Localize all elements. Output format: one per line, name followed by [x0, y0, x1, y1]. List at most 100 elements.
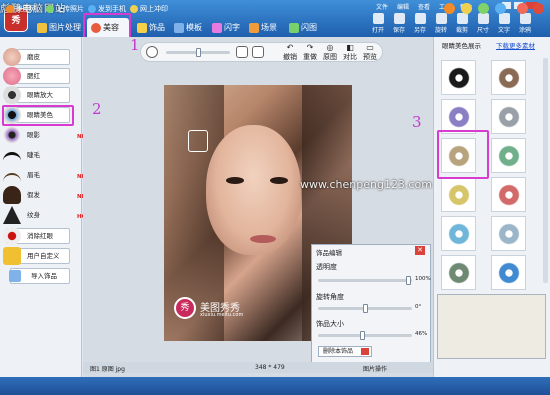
flash-icon — [289, 22, 299, 33]
lens-swatch-icon — [498, 184, 520, 206]
material-panel-title: 眼睛美色展示 — [442, 42, 481, 50]
size-slider[interactable] — [318, 331, 412, 340]
import-ornament-button[interactable]: 导入饰品 — [9, 268, 70, 284]
tab-scenes[interactable]: 场景 — [245, 18, 281, 37]
tab-flash-image[interactable]: 闪图 — [285, 18, 321, 37]
redo-button[interactable]: ↷ 重做 — [300, 43, 320, 62]
left-item-wig[interactable]: 假发NEW — [3, 186, 91, 204]
toolbar-save[interactable]: 保存 — [391, 13, 407, 34]
preview-button[interactable]: ▭ 预览 — [360, 43, 380, 62]
rotate-icon — [435, 13, 447, 24]
lens-swatch-icon — [498, 223, 520, 245]
template-icon — [174, 22, 184, 33]
opacity-handle[interactable] — [406, 276, 411, 285]
tab-templates[interactable]: 模板 — [170, 18, 204, 37]
zoom-slider[interactable] — [166, 48, 230, 57]
scene-icon — [249, 22, 259, 33]
left-item-eye-enlarge[interactable]: 眼睛放大 — [3, 86, 70, 104]
lens-item[interactable] — [441, 255, 476, 290]
status-image-ops[interactable]: 图片操作 — [363, 364, 387, 373]
meitu-icon — [6, 5, 14, 13]
zoom-slider-handle[interactable] — [196, 48, 201, 57]
tab-image-processing[interactable]: 图片处理 — [33, 18, 83, 37]
face-icon — [3, 48, 21, 66]
left-item-red-eye[interactable]: 消除红眼 — [3, 227, 70, 245]
weibo-icon[interactable] — [517, 3, 528, 14]
left-item-eyeshadow[interactable]: 眼影NEW — [3, 126, 91, 144]
lens-swatch-icon — [448, 67, 470, 89]
status-image-size: 348 * 479 — [255, 364, 285, 371]
undo-icon: ↶ — [286, 43, 294, 52]
toolbar-save-as[interactable]: 另存 — [412, 13, 428, 34]
link-print-online[interactable]: 网上冲印 — [130, 4, 168, 14]
annotation-2: 2 — [92, 100, 102, 118]
photo-eye-left — [226, 177, 244, 184]
fit-screen-icon[interactable] — [236, 46, 248, 58]
opacity-slider[interactable] — [318, 276, 412, 285]
lens-swatch-icon — [498, 262, 520, 284]
menu-file[interactable]: 文件 — [376, 2, 388, 11]
red-eye-icon — [3, 227, 21, 245]
lens-item[interactable] — [491, 99, 526, 134]
photo-eye-right — [270, 177, 288, 184]
close-panel-icon[interactable]: ✕ — [415, 246, 425, 255]
help-icon[interactable] — [495, 3, 506, 14]
ornament-edit-title: 饰品编辑 — [316, 249, 342, 257]
lens-item[interactable] — [491, 177, 526, 212]
tab-flash-text[interactable]: 闪字 — [208, 18, 242, 37]
bottom-bar — [0, 377, 550, 395]
favorite-icon[interactable] — [461, 3, 472, 14]
menu-edit[interactable]: 编辑 — [397, 2, 409, 11]
link-send-phone[interactable]: 发到手机 — [88, 4, 126, 14]
toolbar-crop[interactable]: 裁剪 — [454, 13, 470, 34]
redo-icon: ↷ — [306, 43, 314, 52]
size-label: 饰品大小 — [316, 320, 344, 328]
lens-placement-handle[interactable] — [188, 130, 208, 152]
share-icon[interactable] — [444, 3, 455, 14]
lens-item[interactable] — [491, 255, 526, 290]
left-item-custom[interactable]: 用户自定义 — [3, 247, 70, 265]
lens-item[interactable] — [491, 138, 526, 173]
original-icon: ◎ — [326, 43, 334, 52]
lens-item[interactable] — [441, 99, 476, 134]
link-upload[interactable]: 上传照片 — [46, 4, 84, 14]
left-item-eyebrow[interactable]: 眉毛NEW — [3, 167, 91, 183]
undo-button[interactable]: ↶ 撤销 — [280, 43, 300, 62]
opacity-label: 透明度 — [316, 263, 337, 271]
toolbar-doodle[interactable]: 涂鸦 — [517, 13, 533, 34]
gift-icon — [137, 22, 147, 33]
compare-button[interactable]: ◧ 对比 — [340, 43, 360, 62]
feedback-icon[interactable] — [478, 3, 489, 14]
rotate-slider[interactable] — [318, 304, 412, 313]
lens-item[interactable] — [441, 60, 476, 95]
power-icon[interactable] — [533, 3, 544, 14]
left-item-smooth-skin[interactable]: 磨皮 — [3, 48, 70, 66]
download-more-link[interactable]: 下载更多素材 — [496, 40, 535, 50]
link-meitu[interactable]: 美图网 — [6, 4, 37, 14]
toolbar-rotate[interactable]: 旋转 — [433, 13, 449, 34]
material-scrollbar[interactable] — [543, 58, 548, 283]
lens-item[interactable] — [441, 177, 476, 212]
lens-item[interactable] — [441, 216, 476, 251]
rotate-handle[interactable] — [363, 304, 368, 313]
toolbar-resize[interactable]: 尺寸 — [475, 13, 491, 34]
lens-swatch-icon — [448, 262, 470, 284]
actual-size-icon[interactable] — [252, 46, 264, 58]
annotation-1: 1 — [130, 36, 140, 54]
toolbar-text[interactable]: 文字 — [496, 13, 512, 34]
tab-accessories[interactable]: 饰品 — [133, 18, 167, 37]
left-item-lashes[interactable]: 睫毛 — [3, 147, 70, 163]
text-icon — [212, 22, 222, 33]
delete-ornament-button[interactable]: 删除本饰品 — [318, 346, 372, 357]
menu-view[interactable]: 查看 — [418, 2, 430, 11]
lens-item[interactable] — [491, 60, 526, 95]
folder-icon — [372, 13, 384, 24]
zoom-out-icon[interactable] — [146, 46, 158, 58]
size-value: 46% — [415, 331, 428, 337]
original-button[interactable]: ◎ 原图 — [320, 43, 340, 62]
toolbar-open[interactable]: 打开 — [370, 13, 386, 34]
left-item-tattoo[interactable]: 纹身HOT — [3, 206, 90, 224]
left-item-blush[interactable]: 腮红 — [3, 67, 70, 85]
lens-item[interactable] — [491, 216, 526, 251]
size-handle[interactable] — [360, 331, 365, 340]
